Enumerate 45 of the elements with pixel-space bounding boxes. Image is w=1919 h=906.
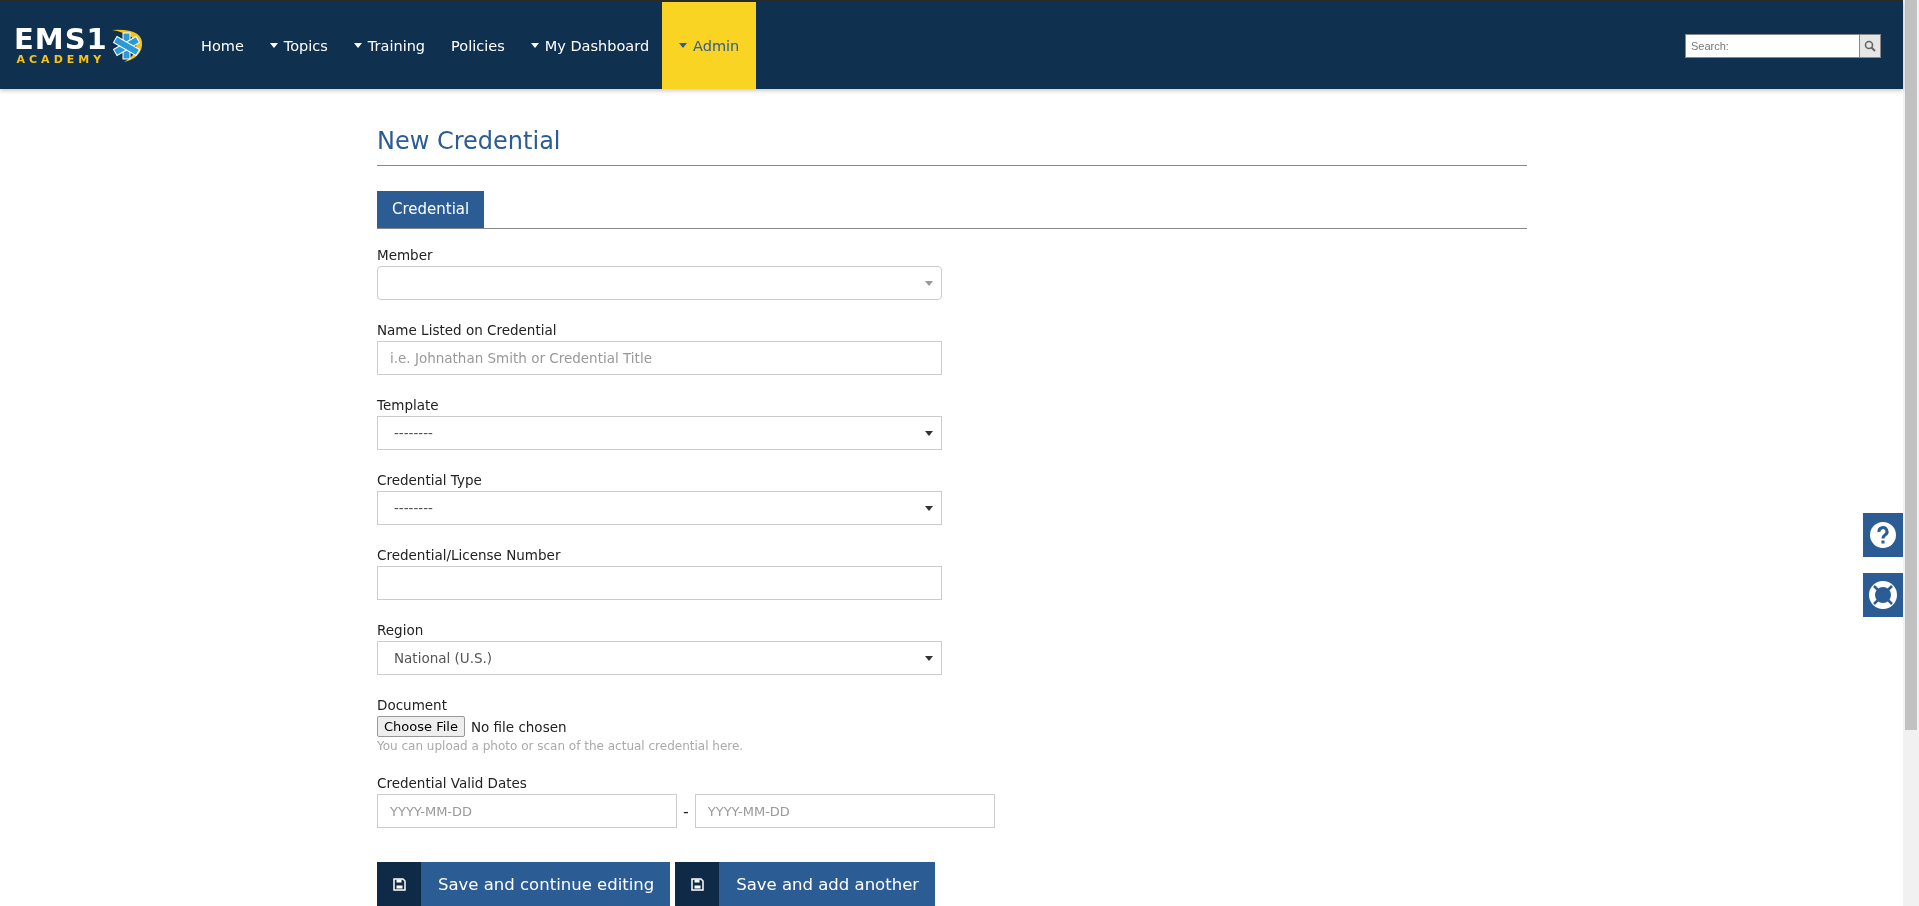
page-title: New Credential [377,127,1527,166]
field-label: Credential Type [377,472,483,488]
search-icon[interactable] [1859,33,1881,58]
field-label: Template [377,397,440,413]
field-label: Member [377,247,434,263]
search-field[interactable]: Search: [1685,33,1859,58]
question-mark-icon [1869,521,1897,549]
input-field[interactable]: i.e. Johnathan Smith or Credential Title [377,341,942,375]
help-button[interactable] [1863,513,1903,557]
caret-icon [925,655,933,661]
logo[interactable]: EMS1 ACADEMY [14,2,174,89]
choose-file-button[interactable]: Choose File [377,716,465,737]
caret-icon [269,43,278,48]
field-label: Credential Valid Dates [377,775,528,791]
caret-icon [530,43,539,48]
field-label: Credential/License Number [377,547,562,563]
nav-link[interactable]: Home [188,2,257,89]
field-label: Document [377,697,448,713]
select-field[interactable]: National (U.S.) [377,641,942,675]
select-field[interactable]: -------- [377,491,942,525]
start-date-field[interactable]: YYYY-MM-DD [377,794,677,828]
end-date-field[interactable]: YYYY-MM-DD [694,794,995,828]
tab[interactable]: Credential [377,191,485,228]
input-field[interactable] [377,566,942,600]
file-status: No file chosen [470,718,567,735]
support-button[interactable] [1863,573,1903,617]
save-button[interactable]: Save and continue editing [377,862,671,906]
nav-link[interactable]: My Dashboard [517,2,663,89]
nav-link[interactable]: Training [340,2,439,89]
caret-icon [925,280,933,286]
select-field[interactable]: -------- [377,416,942,450]
nav-link[interactable]: Admin [662,2,757,89]
save-button[interactable]: Save and add another [675,862,936,906]
caret-icon [925,505,933,511]
caret-icon [353,43,362,48]
scrollbar[interactable] [1903,0,1919,906]
field-label: Region [377,622,425,638]
lifebuoy-icon [1868,580,1898,610]
field-label: Name Listed on Credential [377,322,558,338]
caret-icon [679,43,688,48]
nav-link[interactable]: Policies [438,2,518,89]
nav-link[interactable]: Topics [256,2,341,89]
caret-icon [925,430,933,436]
date-separator: - [683,801,689,821]
help-text: You can upload a photo or scan of the actual credential here. [377,739,745,753]
